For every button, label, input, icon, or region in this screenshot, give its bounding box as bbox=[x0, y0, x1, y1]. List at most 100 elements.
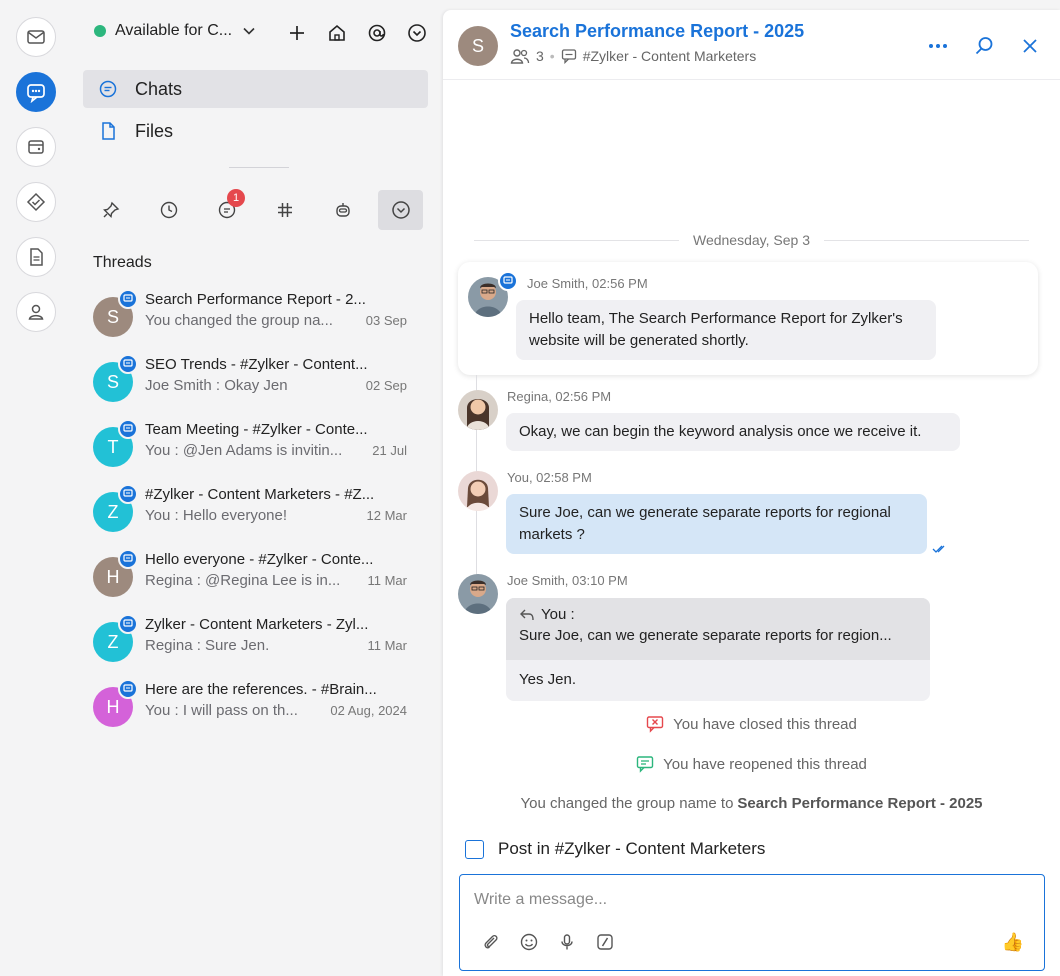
thread-list-item[interactable]: Z Zylker - Content Marketers - Zyl... Regi… bbox=[93, 614, 413, 672]
chat-panel: S Search Performance Report - 2025 3 • #… bbox=[443, 10, 1060, 976]
unread-filter[interactable]: 1 bbox=[204, 189, 249, 230]
divider bbox=[229, 167, 289, 168]
thread-preview: Regina : Sure Jen. bbox=[145, 637, 270, 654]
post-in-checkbox[interactable] bbox=[465, 839, 484, 859]
more-dropdown-icon[interactable] bbox=[404, 20, 430, 46]
thread-preview: You : @Jen Adams is invitin... bbox=[145, 442, 343, 459]
thread-list-item[interactable]: S SEO Trends - #Zylker - Content... Joe Sm… bbox=[93, 354, 413, 412]
parent-channel-link[interactable]: #Zylker - Content Marketers bbox=[583, 48, 757, 64]
thread-preview: You : I will pass on th... bbox=[145, 702, 298, 719]
nav-chats[interactable]: Chats bbox=[83, 70, 428, 108]
home-icon[interactable] bbox=[324, 20, 350, 46]
more-options-icon[interactable] bbox=[926, 34, 950, 58]
message-author: Joe Smith, 02:56 PM bbox=[527, 276, 648, 291]
channels-filter[interactable] bbox=[262, 190, 307, 230]
thread-icon bbox=[118, 289, 138, 309]
thread-list-item[interactable]: T Team Meeting - #Zylker - Conte... You : … bbox=[93, 419, 413, 477]
add-icon[interactable] bbox=[284, 20, 310, 46]
app-rail bbox=[0, 0, 72, 976]
bots-filter[interactable] bbox=[320, 190, 365, 230]
thread-date: 21 Jul bbox=[372, 443, 407, 458]
status-selector[interactable]: Available for C... bbox=[94, 22, 256, 40]
close-icon[interactable] bbox=[1018, 34, 1042, 58]
thread-preview: Joe Smith : Okay Jen bbox=[145, 377, 288, 394]
more-filter[interactable] bbox=[378, 190, 423, 230]
thread-list-item[interactable]: S Search Performance Report - 2... You cha… bbox=[93, 289, 413, 347]
cliq-chat-icon[interactable] bbox=[16, 72, 56, 112]
nav-files[interactable]: Files bbox=[83, 112, 428, 150]
reply-arrow-icon bbox=[520, 609, 534, 620]
emoji-icon[interactable] bbox=[518, 931, 540, 953]
members-icon[interactable] bbox=[510, 47, 530, 65]
chat-header: S Search Performance Report - 2025 3 • #… bbox=[443, 10, 1060, 80]
pinned-filter[interactable] bbox=[88, 190, 133, 230]
chat-title[interactable]: Search Performance Report - 2025 bbox=[510, 21, 804, 42]
system-message-renamed: You changed the group name to Search Perf… bbox=[443, 795, 1060, 812]
reply-message[interactable]: You : Sure Joe, can we generate separate… bbox=[506, 598, 930, 701]
chat-meta: 3 • #Zylker - Content Marketers bbox=[510, 47, 756, 65]
new-group-name: Search Performance Report - 2025 bbox=[737, 795, 983, 812]
thread-icon bbox=[118, 679, 138, 699]
avatar[interactable] bbox=[458, 574, 498, 614]
thread-title: Search Performance Report - 2... bbox=[145, 291, 366, 308]
quoted-author-label: You : bbox=[541, 606, 575, 623]
attachment-icon[interactable] bbox=[480, 931, 502, 953]
hash-icon bbox=[277, 203, 292, 217]
notes-icon[interactable] bbox=[16, 237, 56, 277]
thread-badge-icon bbox=[498, 271, 518, 291]
thread-preview: You changed the group na... bbox=[145, 312, 333, 329]
thread-icon bbox=[118, 614, 138, 634]
meta-separator: • bbox=[549, 48, 555, 64]
threads-section-title: Threads bbox=[93, 254, 152, 271]
day-separator: Wednesday, Sep 3 bbox=[443, 232, 1060, 248]
message-text: Okay, we can begin the keyword analysis … bbox=[506, 413, 960, 451]
tasks-icon[interactable] bbox=[16, 182, 56, 222]
left-toolbar bbox=[284, 20, 430, 46]
thread-list-item[interactable]: H Hello everyone - #Zylker - Conte... Regi… bbox=[93, 549, 413, 607]
read-receipt-icon bbox=[932, 545, 945, 553]
recent-filter[interactable] bbox=[146, 190, 191, 230]
chevron-down-circle-icon bbox=[391, 201, 410, 219]
group-avatar: S bbox=[458, 26, 498, 66]
thread-date: 02 Aug, 2024 bbox=[330, 703, 407, 718]
thread-date: 02 Sep bbox=[365, 378, 407, 393]
chevron-down-icon bbox=[243, 27, 255, 35]
workdrive-icon[interactable] bbox=[16, 127, 56, 167]
quoted-message[interactable]: You : Sure Joe, can we generate separate… bbox=[506, 598, 930, 660]
nav-files-label: Files bbox=[135, 120, 174, 141]
mention-icon[interactable] bbox=[364, 20, 390, 46]
thread-date: 03 Sep bbox=[365, 313, 407, 328]
message-composer[interactable]: 👍 bbox=[459, 874, 1045, 971]
thread-list-item[interactable]: Z #Zylker - Content Marketers - #Z... You … bbox=[93, 484, 413, 542]
thumbs-up-icon[interactable]: 👍 bbox=[1002, 931, 1024, 953]
search-icon[interactable] bbox=[972, 34, 996, 58]
mail-icon[interactable] bbox=[16, 17, 56, 57]
thread-icon bbox=[118, 484, 138, 504]
thread-icon bbox=[118, 419, 138, 439]
thread-list-item[interactable]: H Here are the references. - #Brain... You… bbox=[93, 679, 413, 737]
microphone-icon[interactable] bbox=[556, 931, 578, 953]
avatar[interactable] bbox=[458, 390, 498, 430]
system-message-closed: You have closed this thread bbox=[443, 715, 1060, 733]
chat-bubble-icon bbox=[97, 79, 119, 99]
post-in-label: Post in #Zylker - Content Marketers bbox=[498, 839, 766, 858]
thread-icon bbox=[561, 49, 576, 64]
post-in-channel-option[interactable]: Post in #Zylker - Content Marketers bbox=[465, 839, 765, 859]
thread-reopened-icon bbox=[636, 756, 654, 773]
thread-icon bbox=[118, 549, 138, 569]
system-text: You changed the group name to bbox=[520, 795, 734, 812]
message-input[interactable] bbox=[474, 887, 974, 913]
thread-preview: Regina : @Regina Lee is in... bbox=[145, 572, 341, 589]
day-label: Wednesday, Sep 3 bbox=[692, 232, 810, 248]
system-text: You have closed this thread bbox=[673, 715, 857, 733]
message-text: Hello team, The Search Performance Repor… bbox=[516, 300, 936, 360]
avatar[interactable] bbox=[458, 471, 498, 511]
online-status-dot bbox=[94, 25, 106, 37]
contacts-icon[interactable] bbox=[16, 292, 56, 332]
header-actions bbox=[926, 34, 1042, 58]
slash-command-icon[interactable] bbox=[594, 931, 616, 953]
member-count[interactable]: 3 bbox=[536, 48, 544, 64]
thread-title: Hello everyone - #Zylker - Conte... bbox=[145, 551, 374, 568]
parent-message[interactable]: Joe Smith, 02:56 PM Hello team, The Sear… bbox=[458, 262, 1038, 375]
thread-preview: You : Hello everyone! bbox=[145, 507, 288, 524]
